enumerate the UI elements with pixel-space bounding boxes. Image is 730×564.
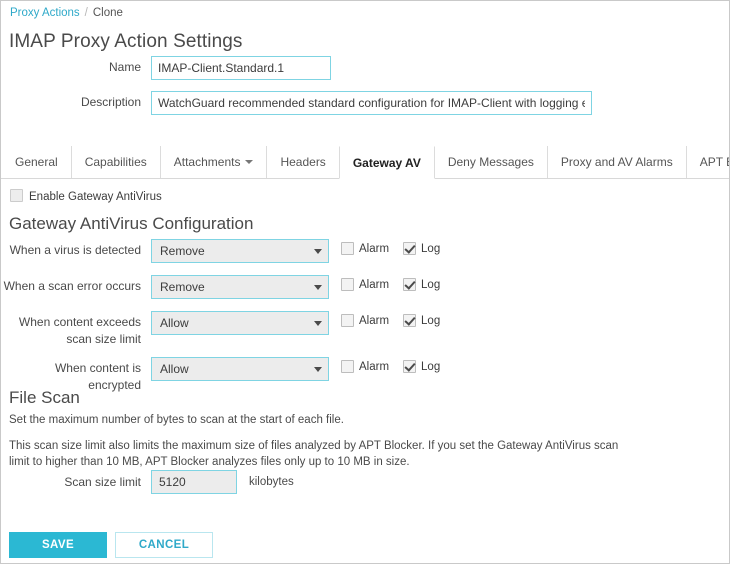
- log-checkbox[interactable]: [403, 360, 416, 373]
- action-row-content-exceeds-scan-size: When content exceeds scan size limit Allo…: [1, 311, 461, 348]
- tab-label: Headers: [280, 155, 325, 169]
- scan-size-limit-row: Scan size limit kilobytes: [1, 470, 421, 494]
- alarm-checkbox[interactable]: [341, 242, 354, 255]
- tab-label: Deny Messages: [448, 155, 534, 169]
- log-label: Log: [421, 243, 440, 255]
- tab-proxy-and-av-alarms[interactable]: Proxy and AV Alarms: [547, 146, 686, 178]
- action-select-value: Allow: [160, 362, 189, 376]
- scan-size-limit-input[interactable]: [151, 470, 237, 494]
- alarm-label: Alarm: [359, 315, 389, 327]
- proxy-action-settings-page: Proxy Actions / Clone IMAP Proxy Action Se…: [0, 0, 730, 564]
- notification-options: Alarm Log: [341, 311, 454, 327]
- cancel-button[interactable]: CANCEL: [115, 532, 213, 558]
- breadcrumb-separator: /: [85, 7, 88, 19]
- alarm-checkbox[interactable]: [341, 278, 354, 291]
- tab-attachments[interactable]: Attachments: [160, 146, 267, 178]
- tab-label: APT Blocker: [700, 155, 730, 169]
- tab-label: Capabilities: [85, 155, 147, 169]
- tab-label: Proxy and AV Alarms: [561, 155, 673, 169]
- chevron-down-icon: [245, 160, 253, 164]
- alarm-label: Alarm: [359, 361, 389, 373]
- settings-tabbar: General Capabilities Attachments Headers Gat…: [1, 146, 729, 179]
- notification-options: Alarm Log: [341, 239, 454, 255]
- log-label: Log: [421, 279, 440, 291]
- tab-label: Attachments: [174, 155, 241, 169]
- chevron-down-icon: [314, 285, 322, 290]
- tab-deny-messages[interactable]: Deny Messages: [435, 146, 547, 178]
- name-field-row: Name: [1, 56, 421, 80]
- chevron-down-icon: [314, 321, 322, 326]
- save-button[interactable]: SAVE: [9, 532, 107, 558]
- description-field-row: Description: [1, 91, 641, 115]
- description-input[interactable]: [151, 91, 592, 115]
- action-row-virus-detected: When a virus is detected Remove Alarm Log: [1, 239, 461, 263]
- action-select[interactable]: Remove: [151, 239, 329, 263]
- scan-size-limit-label: Scan size limit: [1, 471, 151, 493]
- action-select-value: Allow: [160, 316, 189, 330]
- log-option[interactable]: Log: [403, 278, 440, 291]
- enable-gateway-antivirus-checkbox[interactable]: [10, 189, 23, 202]
- alarm-checkbox[interactable]: [341, 314, 354, 327]
- tab-label: Gateway AV: [353, 156, 421, 170]
- action-select[interactable]: Remove: [151, 275, 329, 299]
- tab-headers[interactable]: Headers: [266, 146, 338, 178]
- action-select-value: Remove: [160, 280, 205, 294]
- file-scan-heading: File Scan: [9, 387, 80, 409]
- action-row-label: When content exceeds scan size limit: [1, 311, 151, 348]
- action-row-label: When a scan error occurs: [1, 275, 151, 295]
- enable-gateway-antivirus-label: Enable Gateway AntiVirus: [29, 191, 162, 203]
- file-scan-apt-blocker-note: This scan size limit also limits the max…: [9, 438, 621, 470]
- page-title: IMAP Proxy Action Settings: [9, 29, 243, 55]
- name-label: Name: [1, 56, 151, 78]
- footer-actions: SAVE CANCEL: [9, 532, 213, 558]
- action-row-label: When a virus is detected: [1, 239, 151, 259]
- log-label: Log: [421, 315, 440, 327]
- scan-size-limit-units: kilobytes: [249, 476, 294, 488]
- action-select[interactable]: Allow: [151, 357, 329, 381]
- action-select[interactable]: Allow: [151, 311, 329, 335]
- log-label: Log: [421, 361, 440, 373]
- action-row-scan-error: When a scan error occurs Remove Alarm Log: [1, 275, 461, 299]
- alarm-option[interactable]: Alarm: [341, 242, 389, 255]
- breadcrumb-current-clone: Clone: [93, 7, 123, 19]
- log-checkbox[interactable]: [403, 278, 416, 291]
- log-checkbox[interactable]: [403, 314, 416, 327]
- tab-general[interactable]: General: [1, 146, 71, 178]
- tab-apt-blocker[interactable]: APT Blocker: [686, 146, 730, 178]
- action-select-value: Remove: [160, 244, 205, 258]
- alarm-option[interactable]: Alarm: [341, 314, 389, 327]
- chevron-down-icon: [314, 249, 322, 254]
- name-input[interactable]: [151, 56, 331, 80]
- notification-options: Alarm Log: [341, 275, 454, 291]
- alarm-option[interactable]: Alarm: [341, 360, 389, 373]
- tab-capabilities[interactable]: Capabilities: [71, 146, 160, 178]
- breadcrumb-link-proxy-actions[interactable]: Proxy Actions: [10, 7, 80, 19]
- log-option[interactable]: Log: [403, 242, 440, 255]
- enable-gateway-antivirus-checkbox-row[interactable]: Enable Gateway AntiVirus: [10, 189, 162, 204]
- log-option[interactable]: Log: [403, 314, 440, 327]
- file-scan-description-line: Set the maximum number of bytes to scan …: [9, 412, 609, 428]
- alarm-label: Alarm: [359, 279, 389, 291]
- alarm-label: Alarm: [359, 243, 389, 255]
- gateway-antivirus-configuration-heading: Gateway AntiVirus Configuration: [9, 213, 253, 235]
- tab-gateway-av[interactable]: Gateway AV: [339, 146, 435, 179]
- chevron-down-icon: [314, 367, 322, 372]
- notification-options: Alarm Log: [341, 357, 454, 373]
- description-label: Description: [1, 91, 151, 113]
- alarm-checkbox[interactable]: [341, 360, 354, 373]
- alarm-option[interactable]: Alarm: [341, 278, 389, 291]
- log-option[interactable]: Log: [403, 360, 440, 373]
- breadcrumb: Proxy Actions / Clone: [10, 6, 123, 20]
- tab-label: General: [15, 155, 58, 169]
- log-checkbox[interactable]: [403, 242, 416, 255]
